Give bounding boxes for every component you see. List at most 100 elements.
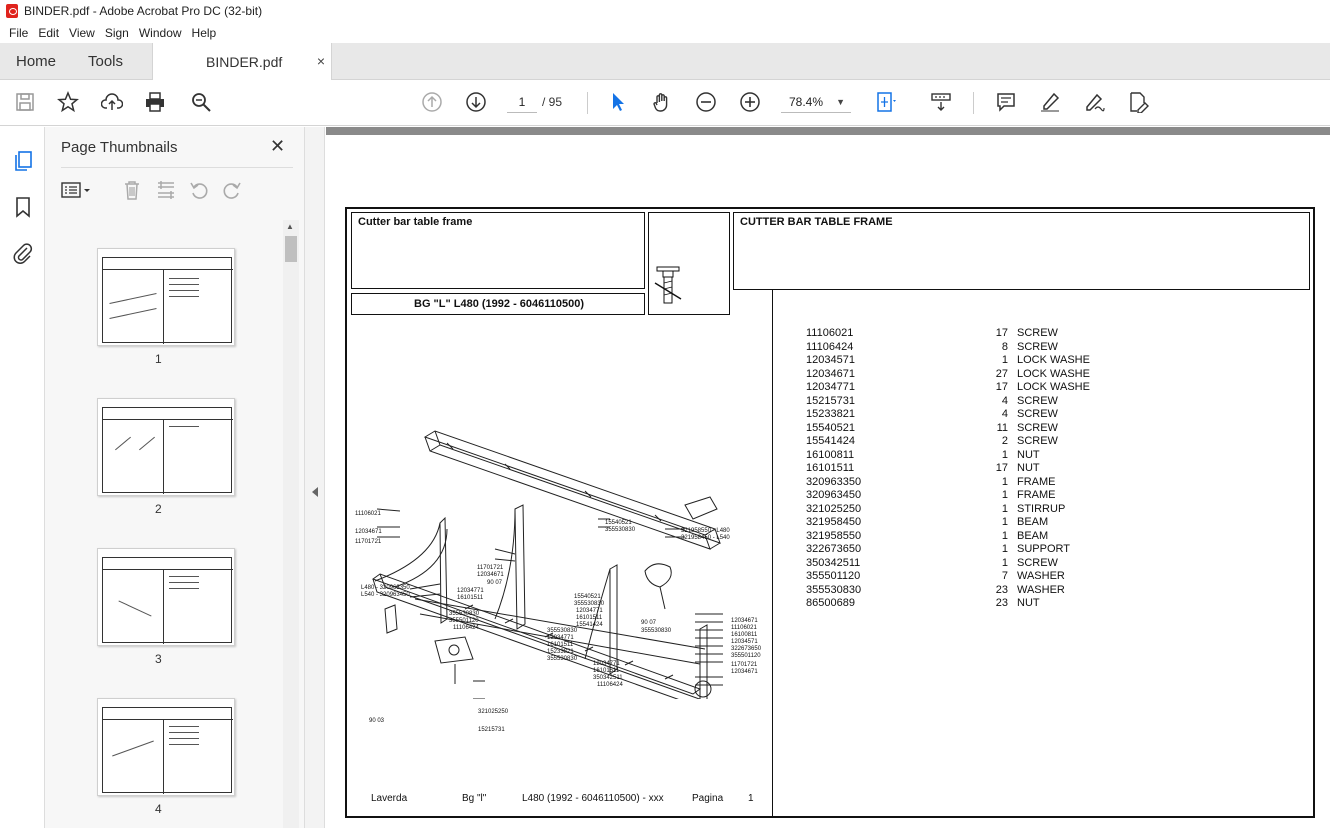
part-number: 322673650 <box>806 543 862 555</box>
thumbnail-line <box>109 308 157 319</box>
thumbnail-line <box>139 436 155 451</box>
part-number: 16100811 <box>806 448 855 461</box>
parts-row: 321025250 1 STIRRUP <box>806 503 1106 516</box>
thumbnail-scrollbar[interactable]: ▲ <box>283 220 299 828</box>
page-number-input[interactable]: 1 <box>507 91 537 113</box>
zoom-level-value: 78.4% <box>789 95 824 109</box>
thumbnail-options-icon[interactable] <box>61 179 90 201</box>
page-thumbnails-icon[interactable] <box>11 149 35 173</box>
part-description: BEAM <box>1017 529 1049 542</box>
edit-document-icon[interactable] <box>1126 90 1150 114</box>
select-cursor-icon[interactable] <box>606 90 630 114</box>
menu-view[interactable]: View <box>64 26 100 40</box>
pdf-page: Cutter bar table frame CUTTER BAR TABLE … <box>345 207 1315 818</box>
part-quantity: 1 <box>1001 543 1008 555</box>
parts-row: 15540521 11 SCREW <box>806 422 1106 435</box>
print-icon[interactable] <box>143 90 167 114</box>
thumbnail-page-number: 1 <box>155 352 162 366</box>
previous-page-icon[interactable] <box>420 90 444 114</box>
menu-sign[interactable]: Sign <box>100 26 134 40</box>
part-quantity: 2 <box>1001 435 1008 447</box>
zoom-search-icon[interactable] <box>189 90 213 114</box>
part-quantity: 1 <box>1001 516 1008 528</box>
page-thumbnail[interactable] <box>97 398 235 496</box>
callout-label: 11701721 <box>731 662 758 668</box>
bookmark-star-icon[interactable] <box>56 90 80 114</box>
zoom-in-icon[interactable] <box>738 90 762 114</box>
footer-brand: Laverda <box>371 793 408 804</box>
part-description: SCREW <box>1017 394 1058 407</box>
part-number: 321025250 <box>806 502 862 515</box>
callout-label: 11106424 <box>597 682 623 688</box>
page-thumbnail[interactable] <box>97 248 235 346</box>
callout-label: 355530830 <box>449 611 480 617</box>
thumbnail-preview <box>102 707 233 794</box>
thumbnail-page-number: 4 <box>155 802 162 816</box>
footer-model: Bg "l" <box>462 793 487 804</box>
thumbnail-line <box>118 600 152 617</box>
part-number: 15540521 <box>806 421 855 434</box>
thumbnail-page-number: 2 <box>155 502 162 516</box>
highlight-pen-icon[interactable] <box>1038 90 1062 114</box>
zoom-out-icon[interactable] <box>694 90 718 114</box>
part-quantity: 1 <box>1001 556 1008 569</box>
parts-row: 355530830 23 WASHER <box>806 584 1106 597</box>
fit-page-icon[interactable] <box>874 90 898 114</box>
parts-row: 321958550 1 BEAM <box>806 530 1106 543</box>
thumbnail-column-divider <box>163 570 164 644</box>
callout-label: 15540521 <box>574 594 601 600</box>
rotate-left-icon[interactable] <box>188 179 210 201</box>
menu-file[interactable]: File <box>4 26 33 40</box>
scroll-mode-icon[interactable] <box>929 90 953 114</box>
tab-home[interactable]: Home <box>16 53 56 70</box>
scroll-up-icon[interactable]: ▲ <box>286 222 294 231</box>
delete-page-icon[interactable] <box>121 179 143 201</box>
menu-help[interactable]: Help <box>187 26 222 40</box>
menu-window[interactable]: Window <box>134 26 187 40</box>
part-number: 15233821 <box>806 408 855 420</box>
zoom-level-dropdown[interactable]: 78.4% ▼ <box>781 91 851 113</box>
panel-collapse-handle[interactable] <box>305 127 325 828</box>
part-quantity: 23 <box>995 583 1008 596</box>
save-icon[interactable] <box>13 90 37 114</box>
hand-tool-icon[interactable] <box>650 90 674 114</box>
bookmarks-icon[interactable] <box>11 195 35 219</box>
part-number: 320963350 <box>806 475 862 488</box>
part-quantity: 4 <box>1001 394 1008 407</box>
page-thumbnail[interactable] <box>97 548 235 646</box>
tab-bar: Home Tools BINDER.pdf × <box>0 43 1330 80</box>
close-icon[interactable]: ✕ <box>270 136 285 157</box>
attachments-icon[interactable] <box>11 241 35 265</box>
callout-label: 12034671 <box>355 529 382 535</box>
callout-label: 355530830 <box>547 628 578 634</box>
next-page-icon[interactable] <box>464 90 488 114</box>
upload-cloud-icon[interactable] <box>100 90 124 114</box>
callout-label: 321025250 <box>478 709 509 715</box>
tab-close-icon[interactable]: × <box>317 53 325 69</box>
tab-document[interactable]: BINDER.pdf × <box>152 43 332 80</box>
extract-page-icon[interactable] <box>155 179 177 201</box>
page-thumbnails-panel: Page Thumbnails ✕ 1 2 3 4 ▲ <box>45 127 305 828</box>
callout-label: 12034571 <box>731 639 758 645</box>
parts-row: 12034571 1 LOCK WASHE <box>806 354 1106 367</box>
model-box: BG "L" L480 (1992 - 6046110500) <box>351 293 645 315</box>
page-thumbnail[interactable] <box>97 698 235 796</box>
document-viewer[interactable]: Cutter bar table frame CUTTER BAR TABLE … <box>326 127 1330 828</box>
thumbnail-line <box>169 738 199 739</box>
menu-edit[interactable]: Edit <box>33 26 64 40</box>
callout-label: 15233821 <box>547 649 574 655</box>
comment-icon[interactable] <box>994 90 1018 114</box>
part-description: FRAME <box>1017 475 1056 488</box>
thumbnail-line <box>109 293 157 304</box>
tab-tools[interactable]: Tools <box>88 53 123 70</box>
part-number: 12034671 <box>806 367 855 380</box>
left-rail <box>0 127 45 828</box>
parts-row: 12034771 17 LOCK WASHE <box>806 381 1106 394</box>
thumbnail-page-number: 3 <box>155 652 162 666</box>
sign-pen-icon[interactable] <box>1082 90 1106 114</box>
part-quantity: 1 <box>1001 529 1008 542</box>
rotate-right-icon[interactable] <box>221 179 243 201</box>
callout-label: 16100811 <box>731 632 758 638</box>
scrollbar-thumb[interactable] <box>285 236 297 262</box>
callout-label: 16101511 <box>576 615 603 621</box>
